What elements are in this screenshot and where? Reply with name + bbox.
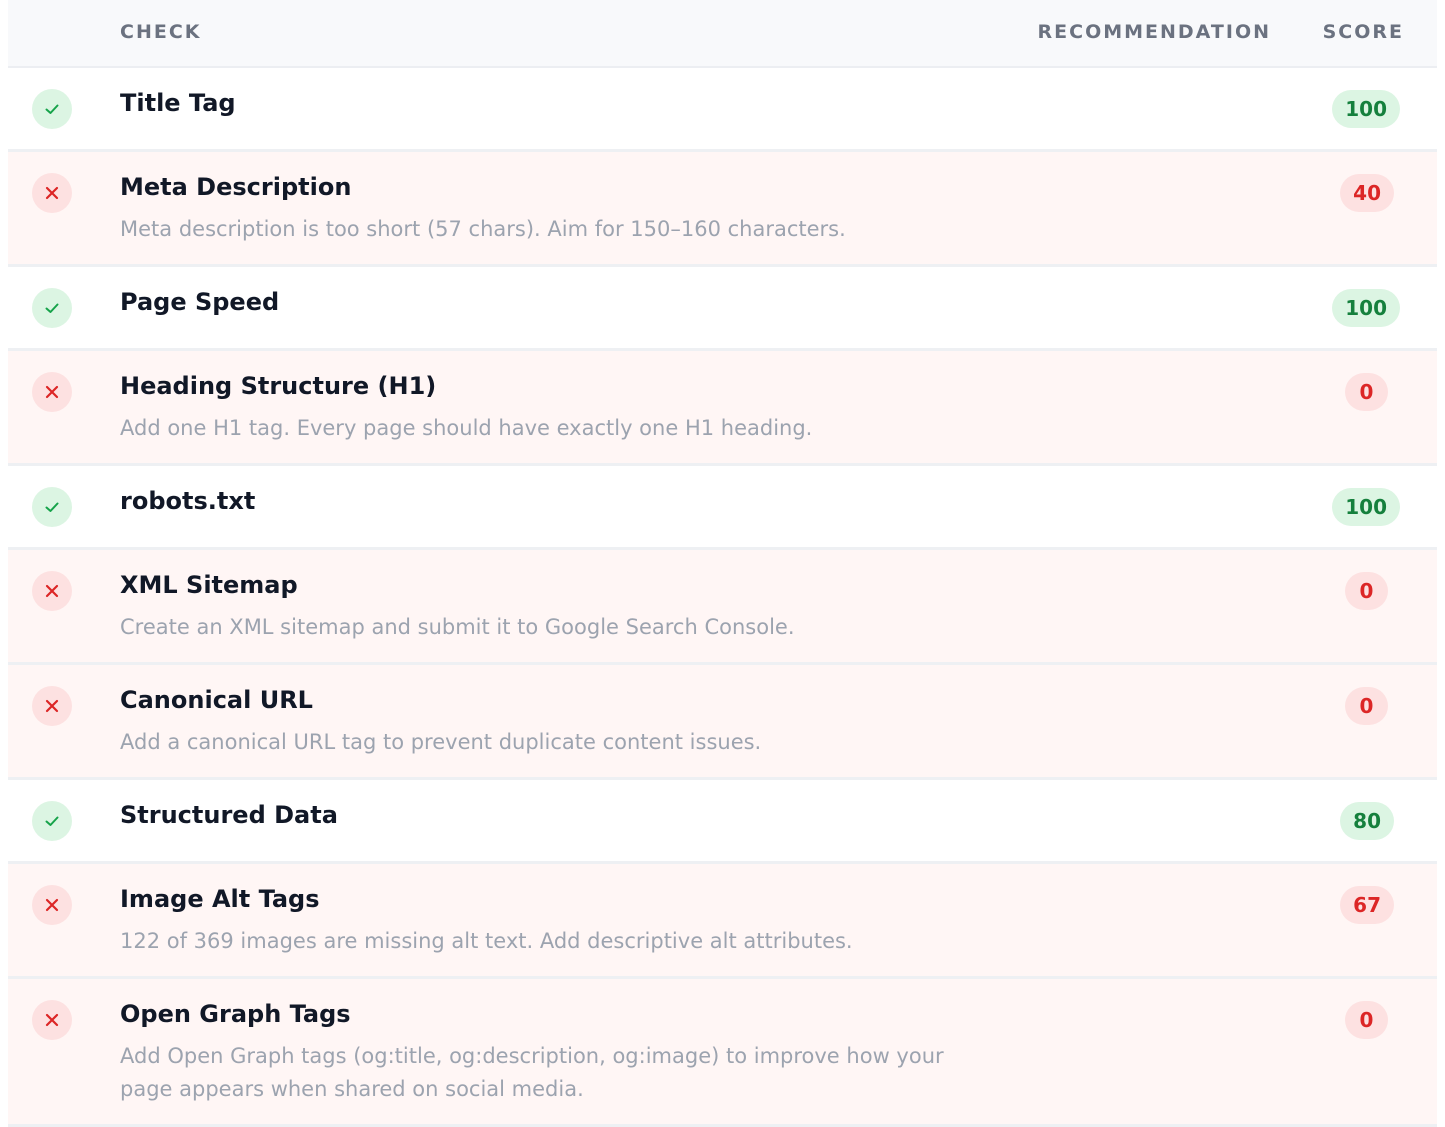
table-row: robots.txt 100 [8,466,1437,550]
check-title: robots.txt [120,487,256,515]
check-title: Canonical URL [120,686,313,714]
score-badge: 0 [1345,687,1388,725]
score-badge: 0 [1345,1001,1388,1039]
check-recommendation: Add one H1 tag. Every page should have e… [120,416,813,440]
check-title: Meta Description [120,173,352,201]
check-recommendation: Add Open Graph tags (og:title, og:descri… [120,1044,944,1101]
score-badge: 100 [1332,289,1400,327]
header-score: SCORE [1322,21,1404,43]
x-icon [32,1000,72,1040]
check-recommendation: 122 of 369 images are missing alt text. … [120,929,853,953]
check-title: Structured Data [120,801,338,829]
check-recommendation: Add a canonical URL tag to prevent dupli… [120,730,762,754]
check-icon [32,288,72,328]
check-icon [32,801,72,841]
header-check: CHECK [120,21,202,43]
table-row: Page Speed 100 [8,267,1437,351]
check-recommendation: Create an XML sitemap and submit it to G… [120,615,795,639]
table-row: XML Sitemap Create an XML sitemap and su… [8,550,1437,665]
x-icon [32,173,72,213]
score-badge: 80 [1340,802,1394,840]
check-icon [32,487,72,527]
x-icon [32,686,72,726]
score-badge: 0 [1345,373,1388,411]
check-title: Page Speed [120,288,280,316]
table-row: Open Graph Tags Add Open Graph tags (og:… [8,979,1437,1127]
score-badge: 0 [1345,572,1388,610]
score-badge: 100 [1332,488,1400,526]
table-row: Title Tag 100 [8,68,1437,152]
header-recommendation: RECOMMENDATION [1037,21,1271,43]
table-row: Image Alt Tags 122 of 369 images are mis… [8,864,1437,979]
x-icon [32,372,72,412]
table-header: CHECK RECOMMENDATION SCORE [8,0,1437,68]
check-icon [32,89,72,129]
table-row: Meta Description Meta description is too… [8,152,1437,267]
check-title: Title Tag [120,89,236,117]
seo-checks-table: CHECK RECOMMENDATION SCORE Title Tag 100… [8,0,1437,1127]
table-row: Heading Structure (H1) Add one H1 tag. E… [8,351,1437,466]
score-badge: 100 [1332,90,1400,128]
table-row: Structured Data 80 [8,780,1437,864]
x-icon [32,885,72,925]
check-title: XML Sitemap [120,571,298,599]
table-row: Canonical URL Add a canonical URL tag to… [8,665,1437,780]
score-badge: 40 [1340,174,1394,212]
check-title: Heading Structure (H1) [120,372,437,400]
check-title: Open Graph Tags [120,1000,351,1028]
score-badge: 67 [1340,886,1394,924]
check-title: Image Alt Tags [120,885,320,913]
x-icon [32,571,72,611]
check-recommendation: Meta description is too short (57 chars)… [120,217,846,241]
